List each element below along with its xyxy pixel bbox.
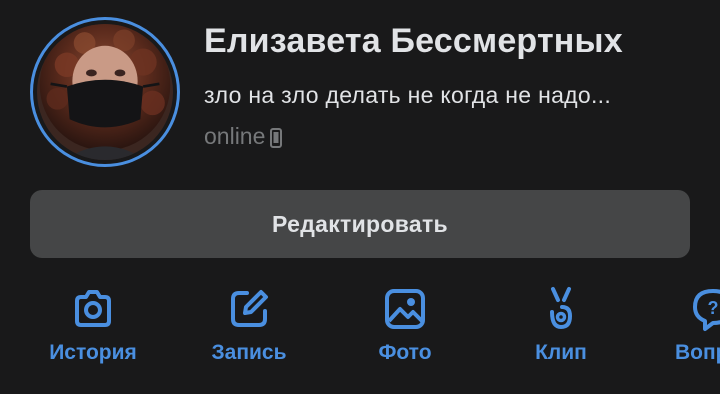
action-clip[interactable]: Клип — [491, 285, 631, 385]
avatar[interactable] — [37, 24, 173, 160]
presence-label: online — [204, 123, 266, 149]
action-photo-label: Фото — [378, 341, 432, 364]
profile-name: Елизавета Бессмертных — [204, 22, 623, 60]
profile-screen: Елизавета Бессмертных зло на зло делать … — [0, 0, 720, 394]
edit-profile-button[interactable]: Редактировать — [30, 190, 690, 258]
action-question[interactable]: ? Вопр — [649, 285, 720, 385]
svg-text:?: ? — [708, 298, 719, 318]
action-story-label: История — [49, 341, 137, 364]
action-question-label: Вопр — [675, 341, 720, 364]
question-icon: ? — [693, 289, 720, 331]
photo-icon — [385, 289, 425, 329]
action-post-label: Запись — [211, 341, 287, 364]
profile-actions-bar: История Запись Фото Клип ? Воп — [0, 285, 720, 394]
edit-icon — [231, 290, 268, 327]
avatar-image — [37, 24, 173, 160]
action-post[interactable]: Запись — [179, 285, 319, 385]
action-photo[interactable]: Фото — [335, 285, 475, 385]
camera-icon — [75, 290, 111, 327]
action-clip-label: Клип — [535, 341, 587, 364]
phone-icon — [270, 127, 283, 148]
presence-indicator: online — [204, 123, 283, 150]
edit-button-label: Редактировать — [272, 210, 448, 237]
avatar-ring[interactable] — [30, 17, 180, 167]
profile-status[interactable]: зло на зло делать не когда не надо... — [204, 82, 694, 109]
clip-icon — [550, 287, 573, 330]
action-story[interactable]: История — [23, 285, 163, 385]
